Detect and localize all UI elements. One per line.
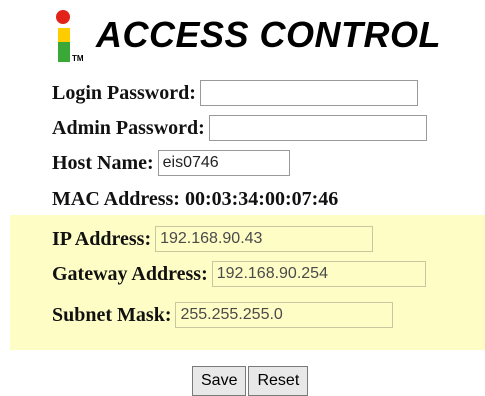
admin-password-row: Admin Password: xyxy=(52,114,427,142)
host-name-input[interactable] xyxy=(157,150,290,176)
ip-address-input[interactable] xyxy=(155,226,374,252)
gateway-address-row: Gateway Address: xyxy=(52,260,426,288)
page-title: ACCESS CONTROL xyxy=(96,14,442,55)
logo-trademark: TM xyxy=(72,54,84,63)
gateway-address-label: Gateway Address: xyxy=(52,262,208,285)
admin-password-label: Admin Password: xyxy=(52,116,205,139)
logo-bar-bottom xyxy=(58,42,70,62)
login-password-row: Login Password: xyxy=(52,79,418,107)
host-name-row: Host Name: xyxy=(52,149,290,177)
admin-password-input[interactable] xyxy=(208,115,427,141)
gateway-address-input[interactable] xyxy=(211,261,426,287)
login-password-label: Login Password: xyxy=(52,81,196,104)
host-name-label: Host Name: xyxy=(52,151,154,174)
logo-bar-top xyxy=(58,28,70,42)
logo-dot xyxy=(56,10,70,24)
save-button[interactable]: Save xyxy=(192,366,247,396)
mac-address-text: MAC Address: 00:03:34:00:07:46 xyxy=(52,187,339,210)
company-logo: TM xyxy=(50,8,90,64)
ip-address-label: IP Address: xyxy=(52,227,152,250)
subnet-mask-row: Subnet Mask: xyxy=(52,301,394,329)
login-password-input[interactable] xyxy=(199,80,418,106)
subnet-mask-label: Subnet Mask: xyxy=(52,303,172,326)
ip-address-row: IP Address: xyxy=(52,225,374,253)
reset-button[interactable]: Reset xyxy=(248,366,309,396)
form-buttons: Save Reset xyxy=(192,366,309,396)
mac-address-row: MAC Address: 00:03:34:00:07:46 xyxy=(52,185,338,213)
subnet-mask-input[interactable] xyxy=(175,302,394,328)
